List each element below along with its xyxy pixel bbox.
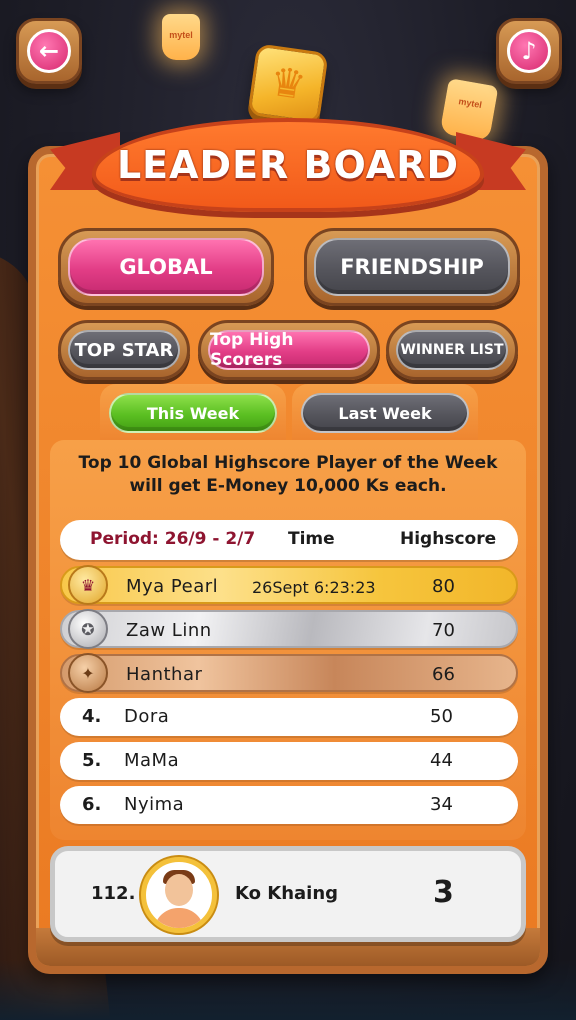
player-time: 26Sept 6:23:23 xyxy=(252,578,376,597)
tab-top-high-scorers-label: Top High Scorers xyxy=(210,330,294,370)
title-ribbon: LEADER BOARD xyxy=(92,118,484,212)
player-score: 44 xyxy=(430,750,453,771)
sky-lantern: mytel xyxy=(162,14,200,60)
player-name: Nyima xyxy=(124,794,185,815)
page-title: LEADER BOARD xyxy=(116,143,460,187)
sky-lantern: mytel xyxy=(439,78,499,142)
tab-top-high-scorers[interactable]: Top High Scorers xyxy=(198,320,380,380)
avatar xyxy=(141,857,217,933)
tab-global-label: GLOBAL xyxy=(119,255,213,279)
table-row[interactable]: ✦ Hanthar 66 xyxy=(60,653,518,693)
player-rank: 4. xyxy=(82,706,102,727)
table-row[interactable]: ♛ Mya Pearl 26Sept 6:23:23 80 xyxy=(60,565,518,605)
promo-line-2: will get E-Money 10,000 Ks each. xyxy=(129,476,447,496)
player-score: 50 xyxy=(430,706,453,727)
table-row[interactable]: 4. Dora 50 xyxy=(60,698,518,736)
tab-last-week-label: Last Week xyxy=(338,403,432,423)
tab-this-week-label: This Week xyxy=(146,403,240,423)
player-name: Hanthar xyxy=(126,664,203,685)
player-score: 70 xyxy=(432,620,455,641)
column-highscore: Highscore xyxy=(400,529,497,549)
tab-this-week[interactable]: This Week xyxy=(100,384,286,442)
column-time: Time xyxy=(288,529,335,549)
player-score: 34 xyxy=(430,794,453,815)
table-row[interactable]: 5. MaMa 44 xyxy=(60,742,518,780)
tab-top-star-label: TOP STAR xyxy=(74,339,174,361)
tab-friendship[interactable]: FRIENDSHIP xyxy=(304,228,520,306)
tab-friendship-label: FRIENDSHIP xyxy=(340,255,484,279)
player-name: Mya Pearl xyxy=(126,576,219,597)
music-button[interactable]: ♪ xyxy=(496,18,562,84)
tab-last-week[interactable]: Last Week xyxy=(292,384,478,442)
current-user-name: Ko Khaing xyxy=(235,883,339,904)
player-score: 66 xyxy=(432,664,455,685)
arrow-left-icon: ← xyxy=(27,29,71,73)
promo-text: Top 10 Global Highscore Player of the We… xyxy=(56,452,520,498)
player-name: MaMa xyxy=(124,750,180,771)
player-score: 80 xyxy=(432,576,455,597)
gold-medal-icon: ♛ xyxy=(68,565,108,605)
player-rank: 5. xyxy=(82,750,102,771)
player-name: Zaw Linn xyxy=(126,620,212,641)
current-user-score: 3 xyxy=(433,875,454,910)
current-user-rank: 112. xyxy=(91,883,136,904)
tab-global[interactable]: GLOBAL xyxy=(58,228,274,306)
tab-top-star[interactable]: TOP STAR xyxy=(58,320,190,380)
player-rank: 6. xyxy=(82,794,102,815)
table-header: Period: 26/9 - 2/7 Time Highscore xyxy=(60,520,518,560)
current-user-row[interactable]: 112. Ko Khaing 3 xyxy=(50,846,526,942)
crown-icon: ♛ xyxy=(247,43,329,125)
tab-winner-list-label: WINNER LIST xyxy=(400,342,504,358)
music-note-icon: ♪ xyxy=(507,29,551,73)
period-label: Period: 26/9 - 2/7 xyxy=(90,529,256,549)
silver-medal-icon: ✪ xyxy=(68,609,108,649)
bronze-medal-icon: ✦ xyxy=(68,653,108,693)
table-row[interactable]: 6. Nyima 34 xyxy=(60,786,518,824)
promo-line-1: Top 10 Global Highscore Player of the We… xyxy=(78,453,498,473)
table-row[interactable]: ✪ Zaw Linn 70 xyxy=(60,609,518,649)
tab-winner-list[interactable]: WINNER LIST xyxy=(386,320,518,380)
back-button[interactable]: ← xyxy=(16,18,82,84)
player-name: Dora xyxy=(124,706,170,727)
